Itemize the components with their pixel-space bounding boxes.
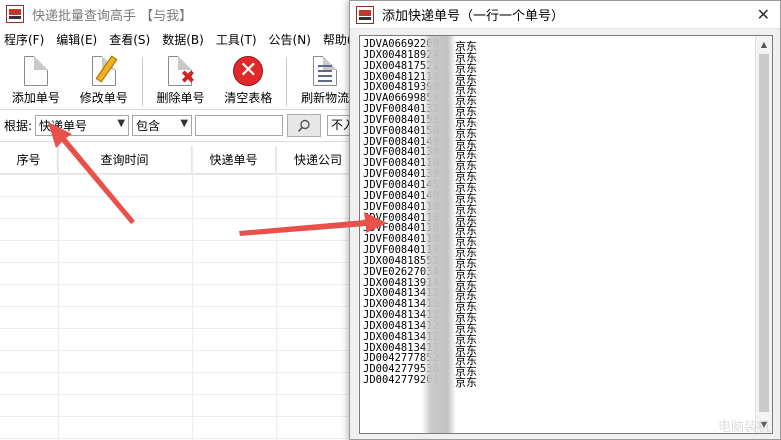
clear-table-label: 清空表格 (224, 91, 273, 105)
tracking-line: JDX004813412 京东 (363, 332, 477, 345)
tracking-line: JDVF00840149 京东 (363, 137, 477, 150)
col-tracking-number[interactable]: 快递单号 (192, 145, 276, 174)
menu-edit[interactable]: 编辑(E) (56, 31, 97, 48)
dialog-title-bar: 添加快递单号（一行一个单号） ✕ (350, 1, 780, 29)
delete-tracking-button[interactable]: ✖ 删除单号 (147, 52, 215, 108)
privacy-blur (422, 36, 456, 433)
tracking-line: JD0042779201 京东 (363, 375, 477, 389)
app-logo-icon (6, 5, 24, 23)
col-courier[interactable]: 快递公司 (276, 146, 360, 174)
tracking-numbers-textarea[interactable]: JDVA06692209 京东 JDX004818924 京东 JDX004817521… (359, 35, 773, 434)
filter-label: 根据: (4, 119, 33, 133)
filter-search-input[interactable] (195, 115, 284, 136)
tracking-line: JDVF00840118 京东 (363, 223, 477, 236)
tracking-line: JDVF00840118 京东 (363, 158, 477, 171)
tracking-line: JDX004813413 京东 (363, 310, 477, 323)
tracking-line: JDVF00840145 京东 (363, 180, 477, 193)
col-index[interactable]: 序号 (0, 145, 58, 174)
tracking-line: JDVF00840118 京东 (363, 213, 477, 226)
clear-table-button[interactable]: ✕ 清空表格 (214, 52, 282, 108)
column-divider (276, 146, 277, 440)
refresh-list-icon (313, 56, 338, 86)
column-divider (192, 146, 193, 440)
app-logo-icon (356, 5, 374, 24)
tracking-line: JD0042777852 京东 (363, 353, 477, 366)
tracking-line: JDX004813412 京东 (363, 321, 477, 334)
menu-program[interactable]: 程序(F) (4, 31, 44, 48)
menu-view[interactable]: 查看(S) (109, 31, 150, 48)
pencil-edit-icon (91, 55, 118, 86)
tracking-line: JDVF00840118 京东 (363, 234, 477, 247)
tracking-line: JDVF00840118 京东 (363, 202, 477, 215)
edit-tracking-button[interactable]: 修改单号 (70, 52, 138, 108)
filter-field-value: 快递单号 (39, 119, 88, 133)
menu-data[interactable]: 数据(B) (162, 31, 204, 48)
tracking-line: JDVA06699858 京东 (363, 93, 477, 106)
dialog-title: 添加快递单号（一行一个单号） (382, 9, 565, 24)
tracking-line: JDVF00840156 京东 (363, 126, 477, 139)
tracking-line: JDX004817521 京东 (363, 61, 477, 74)
filter-bar: 根据: 快递单号 ▼ 包含 ▼ 不入 (0, 110, 359, 142)
toolbar-separator (141, 58, 143, 106)
menu-notice[interactable]: 公告(N) (269, 31, 311, 48)
tracking-line: JDX004818924 京东 (363, 50, 477, 63)
filter-match-value: 包含 (136, 119, 161, 133)
menu-bar: 程序(F) 编辑(E) 查看(S) 数据(B) 工具(T) 公告(N) 帮助(H… (0, 28, 365, 50)
delete-tracking-label: 删除单号 (156, 91, 205, 105)
tracking-line: JDVE02627034 京东 (363, 267, 477, 280)
edit-tracking-label: 修改单号 (79, 91, 128, 105)
tracking-line: JDVF00840140 京东 (363, 191, 477, 204)
scroll-up-icon[interactable]: ▲ (756, 36, 772, 53)
tracking-line: JDVF00840139 京东 (363, 169, 477, 182)
search-icon (297, 119, 310, 132)
toolbar-separator-2 (286, 58, 288, 106)
filter-field-select[interactable]: 快递单号 ▼ (35, 115, 130, 136)
col-query-time[interactable]: 查询时间 (58, 145, 192, 174)
close-icon[interactable]: ✕ (757, 5, 770, 24)
main-window-title: 快递批量查询高手 【与我】 (32, 8, 193, 24)
tracking-line: JD0042779536 京东 (363, 364, 477, 377)
scroll-thumb[interactable] (759, 54, 769, 412)
tracking-line: JDX004818552 京东 (363, 256, 477, 269)
tracking-line: JDVF00840118 京东 (363, 245, 477, 258)
column-divider (58, 146, 59, 440)
tracking-line: JDX004813413 京东 (363, 288, 477, 301)
menu-tools[interactable]: 工具(T) (216, 31, 257, 48)
tracking-line: JDX004819399 京东 (363, 82, 477, 95)
table-header: 序号 查询时间 快递单号 快递公司 (0, 145, 360, 174)
tracking-line: JDX004813411 京东 (363, 343, 477, 356)
chevron-down-icon: ▼ (117, 118, 126, 129)
tracking-line: JDX004813415 京东 (363, 299, 477, 312)
tracking-line: JDVA06692209 京东 (363, 39, 477, 52)
tracking-table: 序号 查询时间 快递单号 快递公司 (0, 145, 360, 440)
main-window: 快递批量查询高手 【与我】 程序(F) 编辑(E) 查看(S) 数据(B) 工具… (0, 0, 365, 440)
new-document-icon (23, 56, 48, 86)
table-body[interactable] (0, 174, 360, 440)
clear-x-circle-icon: ✕ (233, 56, 264, 86)
add-tracking-label: 添加单号 (11, 91, 60, 105)
watermark: 电脑装机 (717, 420, 770, 435)
document-delete-icon: ✖ (168, 56, 195, 87)
tracking-line: JDVF00840153 京东 (363, 115, 477, 128)
main-title-bar: 快递批量查询高手 【与我】 (0, 0, 359, 28)
tracking-line: JDX004812119 京东 (363, 72, 477, 85)
filter-match-select[interactable]: 包含 ▼ (132, 115, 193, 136)
add-tracking-dialog: 添加快递单号（一行一个单号） ✕ JDVA06692209 京东 JDX004818… (349, 0, 781, 440)
tracking-lines: JDVA06692209 京东 JDX004818924 京东 JDX004817521… (363, 39, 477, 389)
courier-name: 京东 (455, 376, 477, 389)
textarea-scrollbar[interactable]: ▲ ▼ (755, 36, 772, 433)
chevron-down-icon: ▼ (180, 118, 189, 129)
tracking-line: JDX004813914 京东 (363, 278, 477, 291)
add-tracking-button[interactable]: 添加单号 (2, 52, 70, 108)
tracking-line: JDVF00840132 京东 (363, 104, 477, 117)
refresh-logistics-label: 刷新物流 (301, 91, 350, 105)
search-button[interactable] (287, 114, 322, 137)
tracking-line: JDVF00840130 京东 (363, 147, 477, 160)
toolbar: 添加单号 修改单号 ✖ 删除单号 ✕ 清空表格 刷新物流 (0, 50, 359, 110)
